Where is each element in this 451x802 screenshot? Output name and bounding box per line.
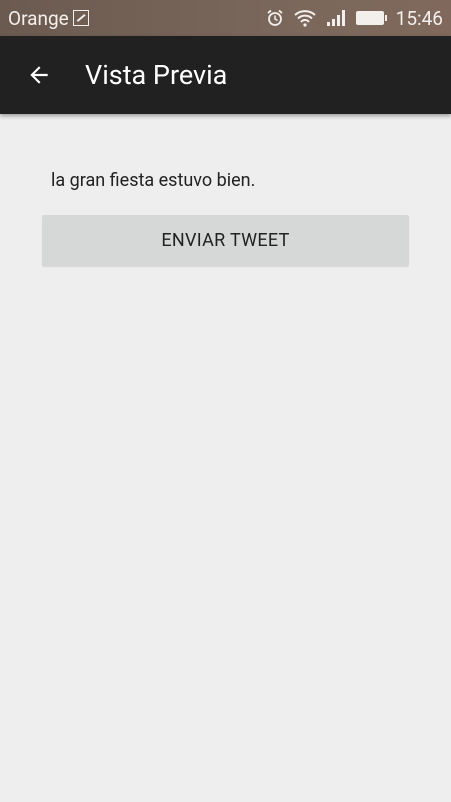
battery-icon xyxy=(355,11,387,25)
status-bar: Orange 15:46 xyxy=(0,0,451,36)
wifi-icon xyxy=(294,10,316,27)
back-button[interactable] xyxy=(0,36,80,114)
send-tweet-button[interactable]: ENVIAR TWEET xyxy=(42,215,409,266)
signal-icon xyxy=(326,10,345,26)
clock: 15:46 xyxy=(395,6,443,30)
tweet-preview-text: la gran fiesta estuvo bien. xyxy=(51,170,256,191)
carrier-label: Orange xyxy=(8,6,69,30)
alarm-icon xyxy=(267,9,283,26)
page-title: Vista Previa xyxy=(85,59,228,91)
image-notification-icon xyxy=(72,10,89,26)
arrow-left-icon xyxy=(30,66,48,84)
app-bar: Vista Previa xyxy=(0,36,451,114)
